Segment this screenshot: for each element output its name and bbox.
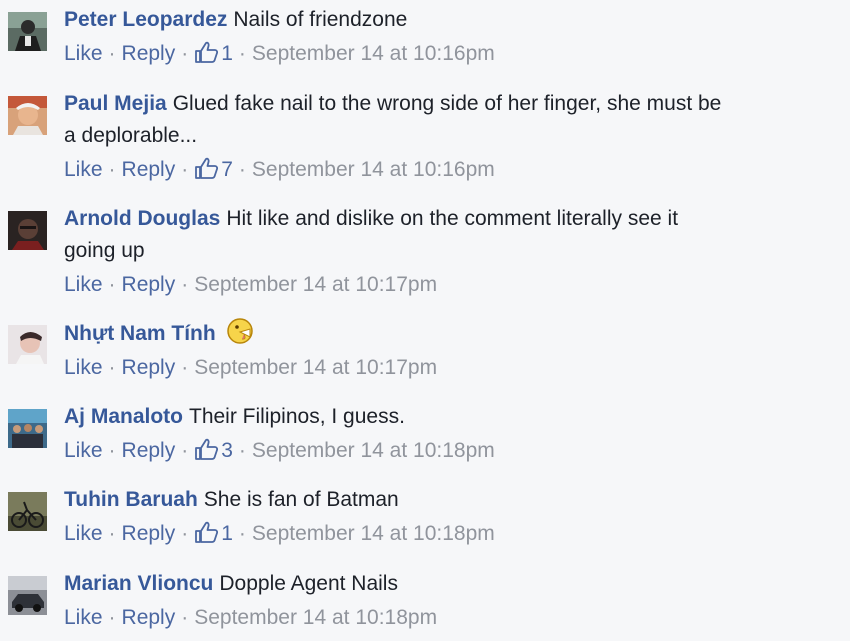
comment-actions: Like · Reply · 3 · September 14 at 10:18pm: [64, 438, 495, 462]
comment-author-link[interactable]: Aj Manaloto: [64, 405, 183, 428]
reaction-count[interactable]: 3: [194, 438, 233, 462]
comment-timestamp[interactable]: September 14 at 10:17pm: [194, 356, 437, 379]
tongue-face-emoji-icon: [226, 318, 253, 344]
comment-text-continued: a deplorable...: [64, 124, 198, 147]
comment-actions: Like · Reply · 1 · September 14 at 10:16pm: [64, 41, 495, 65]
comment-author-link[interactable]: Marian Vlioncu: [64, 572, 213, 595]
reaction-count[interactable]: 1: [194, 521, 233, 545]
like-link[interactable]: Like: [64, 158, 103, 181]
comment-text: Their Filipinos, I guess.: [189, 405, 405, 428]
comment-timestamp[interactable]: September 14 at 10:18pm: [194, 606, 437, 629]
reaction-count[interactable]: 7: [194, 157, 233, 181]
comment-timestamp[interactable]: September 14 at 10:16pm: [252, 42, 495, 65]
comment-actions: Like · Reply · September 14 at 10:17pm: [64, 273, 438, 296]
reaction-count-number: 3: [221, 439, 233, 462]
like-link[interactable]: Like: [64, 522, 103, 545]
avatar[interactable]: [8, 409, 47, 448]
comment-timestamp[interactable]: September 14 at 10:18pm: [252, 439, 495, 462]
avatar[interactable]: [8, 492, 47, 531]
reaction-count[interactable]: 1: [194, 41, 233, 65]
avatar[interactable]: [8, 96, 47, 135]
reaction-count-number: 7: [221, 158, 233, 181]
comment-author-link[interactable]: Paul Mejia: [64, 92, 167, 115]
like-link[interactable]: Like: [64, 439, 103, 462]
comment-text: Nails of friendzone: [233, 8, 408, 31]
comment-author-link[interactable]: Arnold Douglas: [64, 207, 220, 230]
comment-list: Peter Leopardez Nails of friendzone Like ·…: [0, 0, 850, 641]
reply-link[interactable]: Reply: [122, 606, 176, 629]
comment-author-link[interactable]: Nhựt Nam Tính: [64, 322, 216, 345]
thumbs-up-icon: [195, 41, 219, 63]
comment-text: Glued fake nail to the wrong side of her…: [172, 92, 722, 115]
comment-actions: Like · Reply · 1 · September 14 at 10:18pm: [64, 521, 495, 545]
like-link[interactable]: Like: [64, 273, 103, 296]
comment-text: Hit like and dislike on the comment lite…: [226, 207, 679, 230]
avatar[interactable]: [8, 12, 47, 51]
comment-text-continued: going up: [64, 239, 145, 262]
reply-link[interactable]: Reply: [122, 273, 176, 296]
comment-author-link[interactable]: Tuhin Baruah: [64, 488, 198, 511]
like-link[interactable]: Like: [64, 606, 103, 629]
reaction-count-number: 1: [221, 42, 233, 65]
avatar[interactable]: [8, 211, 47, 250]
avatar[interactable]: [8, 576, 47, 615]
comment-timestamp[interactable]: September 14 at 10:17pm: [194, 273, 437, 296]
comment-text: She is fan of Batman: [203, 488, 399, 511]
thumbs-up-icon: [195, 157, 219, 179]
reply-link[interactable]: Reply: [122, 522, 176, 545]
comment-actions: Like · Reply · September 14 at 10:17pm: [64, 356, 438, 379]
reply-link[interactable]: Reply: [122, 439, 176, 462]
comment-actions: Like · Reply · September 14 at 10:18pm: [64, 606, 438, 629]
like-link[interactable]: Like: [64, 42, 103, 65]
like-link[interactable]: Like: [64, 356, 103, 379]
reply-link[interactable]: Reply: [122, 42, 176, 65]
comment-author-link[interactable]: Peter Leopardez: [64, 8, 227, 31]
comment-text: Dopple Agent Nails: [219, 572, 398, 595]
comment-timestamp[interactable]: September 14 at 10:18pm: [252, 522, 495, 545]
reply-link[interactable]: Reply: [122, 158, 176, 181]
avatar[interactable]: [8, 325, 47, 364]
thumbs-up-icon: [195, 521, 219, 543]
reaction-count-number: 1: [221, 522, 233, 545]
comment-actions: Like · Reply · 7 · September 14 at 10:16pm: [64, 157, 495, 181]
thumbs-up-icon: [195, 438, 219, 460]
reply-link[interactable]: Reply: [122, 356, 176, 379]
comment-timestamp[interactable]: September 14 at 10:16pm: [252, 158, 495, 181]
